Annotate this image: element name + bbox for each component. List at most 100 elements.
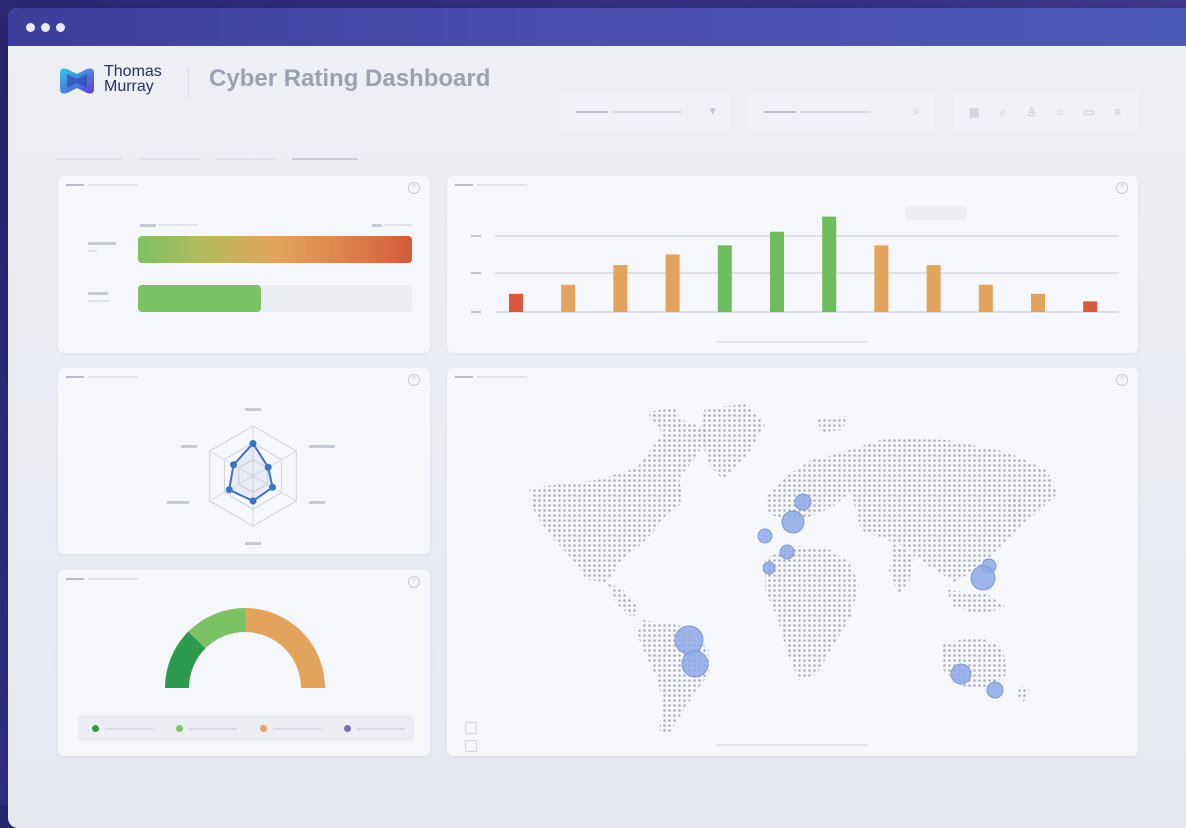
row-label-1 [88, 242, 116, 245]
minimize-dot-icon[interactable] [41, 23, 50, 32]
world-map [529, 404, 1057, 734]
radar-axis-label [309, 445, 335, 448]
grid-icon[interactable]: ▦ [965, 105, 983, 119]
tab-4[interactable] [292, 158, 358, 160]
card-rating-bars: ? [58, 176, 430, 353]
radar-axis-label [245, 408, 261, 411]
bar [613, 265, 628, 312]
radar-point [249, 440, 257, 447]
search-icon[interactable]: ⌕ [994, 105, 1012, 120]
legend-label [273, 727, 321, 730]
scale-label-max [372, 224, 382, 227]
rating-bar-fill-2 [138, 285, 262, 312]
select-placeholder-line [612, 111, 682, 113]
map-bubble [779, 544, 795, 560]
app-window: Thomas Murray Cyber Rating Dashboard ▾ ⌕… [8, 8, 1186, 828]
bar [874, 245, 889, 312]
bar [926, 265, 941, 312]
rating-bar-track-2 [138, 285, 412, 312]
bar [717, 245, 732, 312]
legend-label [357, 727, 405, 730]
bar [822, 216, 837, 312]
menu-icon[interactable]: ≡ [1109, 105, 1127, 119]
close-dot-icon[interactable] [26, 23, 35, 32]
radar-axis-label [167, 501, 189, 504]
search-placeholder-line [800, 111, 870, 113]
legend-label [189, 727, 237, 730]
legend-item[interactable] [260, 725, 321, 732]
chevron-down-icon: ▾ [709, 103, 716, 118]
maximize-dot-icon[interactable] [56, 23, 65, 32]
y-tick-label [471, 272, 481, 274]
map-bubble [762, 561, 776, 575]
card-bar-chart: ? [447, 176, 1138, 353]
map-bubble [674, 625, 704, 655]
search-icon: ⌕ [912, 103, 920, 118]
map-bubble [950, 663, 972, 685]
title-bar [8, 8, 1186, 46]
window-controls [26, 23, 65, 32]
gauge-segment [245, 608, 325, 688]
y-tick-label [471, 235, 481, 237]
radar-point [268, 483, 276, 491]
card-gauge: ? [58, 570, 430, 756]
bar [770, 231, 784, 312]
card-radar: ? [58, 368, 430, 554]
legend-label [105, 727, 153, 730]
legend-dot [176, 725, 183, 732]
brand-logo-icon [60, 68, 94, 94]
map-caption [717, 744, 867, 746]
search-select[interactable]: ⌕ [748, 92, 934, 132]
bar [509, 293, 523, 312]
rating-bar-track-1 [138, 236, 412, 263]
card-subtitle [88, 184, 138, 186]
map-bubble [757, 528, 773, 544]
row-sublabel-2 [88, 300, 110, 302]
scale-label-line [384, 224, 412, 226]
gauge-chart [165, 608, 325, 688]
tab-3[interactable] [216, 158, 276, 160]
bar-chart [471, 216, 1119, 313]
legend-item[interactable] [176, 725, 237, 732]
page-title: Cyber Rating Dashboard [209, 65, 491, 92]
brand-line-1: Thomas [104, 63, 162, 80]
legend-item[interactable] [344, 725, 405, 732]
radar-axis-label [245, 542, 261, 545]
brand-name: Thomas Murray [104, 63, 162, 95]
bar [561, 284, 576, 312]
bar [1031, 293, 1045, 312]
filter-select-1[interactable]: ▾ [560, 92, 730, 132]
scale-label-min [140, 224, 156, 227]
zoom-out-icon[interactable] [465, 740, 477, 752]
legend-dot [344, 725, 351, 732]
map-bubble [781, 510, 805, 534]
zoom-in-icon[interactable] [465, 722, 477, 734]
user-icon[interactable]: ♙ [1023, 105, 1041, 119]
select-placeholder [576, 111, 608, 113]
help-icon[interactable]: ? [408, 182, 420, 194]
bar [978, 284, 993, 312]
map-bubble [681, 650, 709, 678]
radar-point [225, 486, 233, 494]
bell-icon[interactable]: ○ [1051, 105, 1069, 119]
map-bubble [986, 681, 1004, 699]
radar-axis-label [309, 501, 325, 504]
gauge-legend [78, 715, 414, 741]
card-title [66, 184, 84, 186]
y-tick-label [471, 311, 481, 313]
chat-icon[interactable]: ▭ [1080, 105, 1098, 119]
x-axis-caption [717, 341, 867, 343]
bar [665, 254, 680, 312]
tab-2[interactable] [138, 158, 200, 160]
rating-bar-fill-1 [138, 236, 412, 263]
header-divider [188, 68, 189, 98]
radar-axis-label [181, 445, 197, 448]
legend-item[interactable] [92, 725, 153, 732]
bar [1083, 301, 1098, 312]
row-label-2 [88, 292, 108, 295]
tab-1[interactable] [56, 158, 122, 160]
scale-label-line [158, 224, 198, 226]
legend-dot [260, 725, 267, 732]
map-bubble [970, 565, 996, 591]
brand-line-2: Murray [104, 78, 154, 95]
